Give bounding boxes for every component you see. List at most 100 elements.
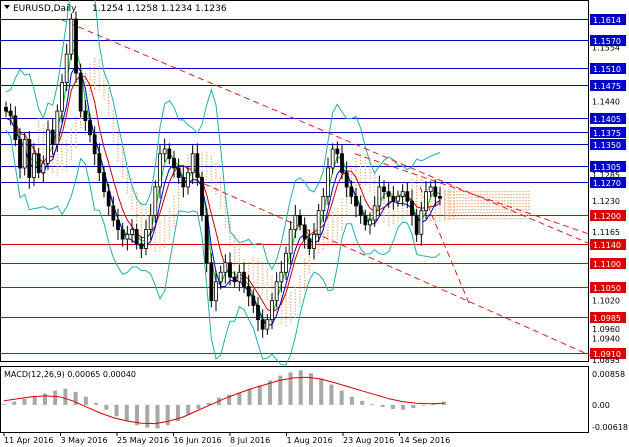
ichimoku-cloud-dot: [163, 219, 166, 221]
ichimoku-cloud-dot: [489, 202, 491, 205]
ichimoku-cloud-dot: [285, 312, 287, 314]
ichimoku-cloud-dot: [224, 211, 227, 213]
ichimoku-cloud-dot: [510, 214, 512, 217]
ichimoku-cloud-dot: [465, 196, 467, 199]
ichimoku-cloud-dot: [462, 205, 464, 208]
macd-histogram-bar: [155, 404, 160, 429]
ichimoku-cloud-dot: [522, 199, 524, 202]
ichimoku-cloud-dot: [42, 130, 45, 132]
ichimoku-cloud-dot: [112, 134, 115, 136]
macd-histogram-bar: [104, 404, 109, 410]
ichimoku-cloud-dot: [448, 212, 451, 214]
ichimoku-cloud-dot: [525, 190, 527, 193]
ichimoku-cloud-dot: [468, 193, 470, 196]
ichimoku-cloud-dot: [471, 196, 473, 199]
ichimoku-cloud-dot: [483, 208, 485, 211]
ichimoku-cloud-dot: [369, 166, 371, 168]
ichimoku-cloud-dot: [308, 271, 311, 273]
ichimoku-cloud-dot: [233, 264, 236, 266]
ichimoku-cloud-dot: [210, 185, 213, 187]
ichimoku-cloud-dot: [383, 220, 385, 223]
ichimoku-cloud-dot: [444, 193, 446, 196]
ichimoku-cloud-dot: [477, 199, 479, 202]
ichimoku-cloud-dot: [42, 124, 45, 126]
ichimoku-cloud-dot: [168, 223, 171, 225]
candle-body: [293, 214, 298, 231]
ichimoku-cloud-dot: [477, 214, 479, 217]
ichimoku-cloud-dot: [483, 202, 485, 205]
ichimoku-cloud-dot: [465, 217, 467, 220]
ichimoku-cloud-dot: [459, 214, 461, 217]
ichimoku-cloud-dot: [359, 159, 362, 162]
ichimoku-cloud-dot: [163, 231, 166, 233]
ichimoku-cloud-dot: [285, 315, 287, 317]
ichimoku-cloud-dot: [327, 235, 329, 238]
ichimoku-cloud-dot: [131, 196, 133, 198]
ichimoku-cloud-dot: [501, 193, 503, 196]
ichimoku-cloud-dot: [477, 193, 479, 196]
ichimoku-cloud-dot: [261, 292, 264, 294]
candle-body: [190, 153, 195, 174]
ichimoku-cloud-dot: [448, 197, 451, 199]
candle-body: [251, 295, 256, 306]
ichimoku-cloud-dot: [331, 229, 334, 231]
level-label: 1.1614: [593, 16, 621, 25]
ichimoku-cloud-dot: [266, 290, 269, 292]
ichimoku-cloud-dot: [345, 204, 348, 207]
ichimoku-cloud-dot: [79, 120, 82, 123]
ichimoku-cloud-dot: [121, 172, 124, 175]
ichimoku-cloud-dot: [294, 301, 297, 303]
macd-histogram-bar: [339, 390, 344, 405]
ichimoku-cloud-dot: [75, 140, 77, 143]
ichimoku-cloud-dot: [350, 168, 353, 170]
ichimoku-cloud-dot: [369, 190, 371, 192]
ichimoku-cloud-dot: [477, 217, 479, 220]
macd-histogram-bar: [186, 404, 191, 416]
ichimoku-cloud-dot: [364, 153, 367, 156]
ichimoku-cloud-dot: [93, 75, 96, 78]
ichimoku-cloud-dot: [56, 172, 59, 174]
ichimoku-cloud-dot: [229, 220, 231, 223]
ichimoku-cloud-dot: [257, 261, 259, 263]
ichimoku-cloud-dot: [215, 184, 217, 186]
price-scale-label: 1.1230: [592, 197, 620, 206]
ichimoku-cloud-dot: [75, 131, 77, 134]
ichimoku-cloud-dot: [252, 266, 255, 268]
ichimoku-cloud-dot: [280, 292, 283, 294]
ichimoku-cloud-dot: [486, 214, 488, 217]
ichimoku-cloud-dot: [317, 245, 320, 248]
ichimoku-cloud-dot: [507, 211, 509, 214]
ichimoku-cloud-dot: [126, 177, 129, 179]
ichimoku-cloud-dot: [369, 175, 371, 177]
candle-body: [200, 177, 204, 216]
ichimoku-cloud-dot: [177, 194, 180, 197]
ichimoku-cloud-dot: [516, 217, 518, 220]
candle-body: [414, 214, 419, 235]
ichimoku-cloud-dot: [70, 149, 73, 151]
ichimoku-cloud-dot: [201, 163, 203, 165]
ichimoku-cloud-dot: [159, 229, 161, 231]
ichimoku-cloud-dot: [492, 214, 494, 217]
ichimoku-cloud-dot: [322, 232, 325, 235]
candle-body: [298, 214, 302, 226]
ichimoku-cloud-dot: [89, 63, 91, 65]
ichimoku-cloud-dot: [513, 196, 515, 199]
ichimoku-cloud-dot: [480, 208, 482, 211]
ichimoku-cloud-dot: [61, 162, 63, 165]
ichimoku-cloud-dot: [61, 147, 63, 150]
ichimoku-cloud-dot: [477, 190, 479, 193]
ichimoku-cloud-dot: [439, 220, 441, 222]
ichimoku-cloud-dot: [266, 296, 269, 298]
ichimoku-cloud-dot: [397, 211, 399, 213]
ichimoku-cloud-dot: [303, 261, 306, 264]
ichimoku-cloud-dot: [486, 211, 488, 214]
candle-body: [410, 200, 414, 216]
ichimoku-cloud-dot: [280, 307, 283, 309]
ichimoku-cloud-dot: [450, 199, 452, 202]
ichimoku-cloud-dot: [219, 198, 222, 200]
ichimoku-cloud-dot: [522, 193, 524, 196]
ichimoku-cloud-dot: [42, 145, 45, 147]
ichimoku-cloud-dot: [294, 292, 297, 294]
ichimoku-cloud-dot: [459, 202, 461, 205]
ichimoku-cloud-dot: [257, 267, 259, 269]
